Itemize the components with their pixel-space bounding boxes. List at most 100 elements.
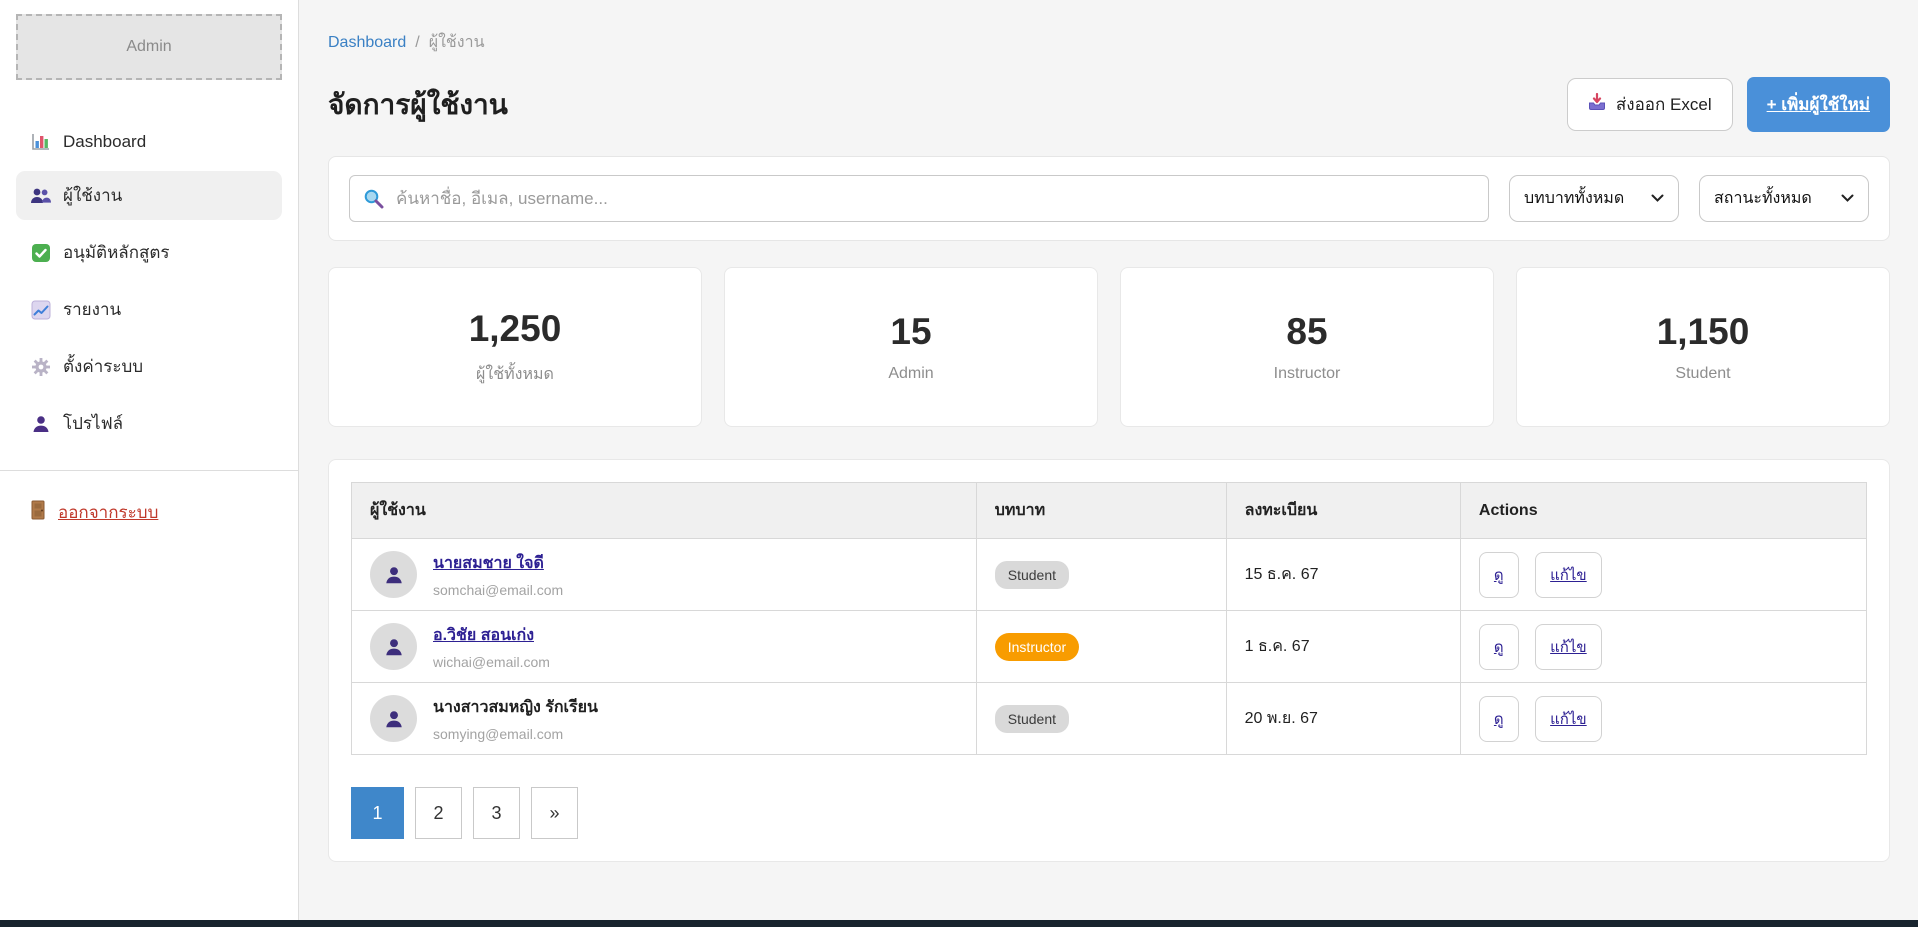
filter-card: บทบาททั้งหมด สถานะทั้งหมด [328, 156, 1890, 241]
export-excel-button[interactable]: ส่งออก Excel [1567, 78, 1733, 131]
user-cell: อ.วิชัย สอนเก่ง wichai@email.com [370, 623, 958, 670]
stat-label: Instructor [1274, 365, 1341, 383]
sidebar-menu: Dashboard ผู้ใช้งาน อนุมัติหลักสูตร รายง… [16, 120, 282, 448]
pagination-page-3[interactable]: 3 [473, 787, 520, 839]
sidebar-item-course-approval[interactable]: อนุมัติหลักสูตร [16, 228, 282, 277]
page-header: จัดการผู้ใช้งาน ส่งออก Excel + เพิ่มผู้ใ… [328, 77, 1890, 132]
download-icon [1588, 93, 1606, 116]
sidebar-item-profile[interactable]: โปรไฟล์ [16, 399, 282, 448]
stats-row: 1,250 ผู้ใช้ทั้งหมด 15 Admin 85 Instruct… [328, 267, 1890, 427]
table-row: นางสาวสมหญิง รักเรียน somying@email.com … [352, 683, 1867, 755]
sidebar-divider [0, 470, 298, 471]
user-name-link[interactable]: อ.วิชัย สอนเก่ง [433, 623, 550, 648]
chart-up-icon [30, 299, 51, 320]
chevron-down-icon [1841, 190, 1854, 208]
user-cell: นายสมชาย ใจดี somchai@email.com [370, 551, 958, 598]
stat-label: Student [1675, 365, 1730, 383]
logout-link[interactable]: ออกจากระบบ [16, 499, 282, 526]
check-icon [30, 242, 51, 263]
avatar [370, 623, 417, 670]
role-badge: Student [995, 561, 1069, 589]
view-button[interactable]: ดู [1479, 552, 1519, 598]
stat-label: Admin [888, 365, 933, 383]
avatar [370, 551, 417, 598]
user-email: wichai@email.com [433, 654, 550, 670]
edit-button[interactable]: แก้ไข [1535, 624, 1602, 670]
users-table: ผู้ใช้งาน บทบาท ลงทะเบียน Actions [351, 482, 1867, 755]
edit-button[interactable]: แก้ไข [1535, 696, 1602, 742]
stat-card-admin: 15 Admin [724, 267, 1098, 427]
col-header-user: ผู้ใช้งาน [352, 483, 977, 539]
role-filter-select[interactable]: บทบาททั้งหมด [1509, 175, 1679, 222]
pagination-page-2[interactable]: 2 [415, 787, 462, 839]
user-email: somchai@email.com [433, 582, 563, 598]
stat-label: ผู้ใช้ทั้งหมด [476, 362, 554, 387]
role-badge: Instructor [995, 633, 1079, 661]
stat-value: 1,150 [1657, 311, 1750, 353]
registered-date: 1 ธ.ค. 67 [1245, 638, 1310, 655]
sidebar-item-label: ผู้ใช้งาน [63, 182, 122, 209]
chevron-down-icon [1651, 190, 1664, 208]
pagination: 1 2 3 » [351, 787, 1867, 839]
sidebar-item-dashboard[interactable]: Dashboard [16, 120, 282, 163]
registered-date: 15 ธ.ค. 67 [1245, 566, 1319, 583]
bar-chart-icon [30, 131, 51, 152]
user-email: somying@email.com [433, 726, 598, 742]
breadcrumb: Dashboard / ผู้ใช้งาน [328, 30, 1890, 55]
pagination-next[interactable]: » [531, 787, 578, 839]
role-badge: Student [995, 705, 1069, 733]
sidebar-item-label: Dashboard [63, 132, 146, 152]
table-row: อ.วิชัย สอนเก่ง wichai@email.com Instruc… [352, 611, 1867, 683]
stat-card-student: 1,150 Student [1516, 267, 1890, 427]
person-icon [30, 413, 51, 434]
sidebar-item-reports[interactable]: รายงาน [16, 285, 282, 334]
breadcrumb-dashboard-link[interactable]: Dashboard [328, 34, 406, 52]
avatar [370, 695, 417, 742]
users-table-card: ผู้ใช้งาน บทบาท ลงทะเบียน Actions [328, 459, 1890, 862]
stat-value: 15 [890, 311, 931, 353]
header-actions: ส่งออก Excel + เพิ่มผู้ใช้ใหม่ [1567, 77, 1890, 132]
user-name: นางสาวสมหญิง รักเรียน [433, 695, 598, 720]
status-filter-select[interactable]: สถานะทั้งหมด [1699, 175, 1869, 222]
edit-button[interactable]: แก้ไข [1535, 552, 1602, 598]
logout-label: ออกจากระบบ [58, 499, 158, 526]
add-user-button[interactable]: + เพิ่มผู้ใช้ใหม่ [1747, 77, 1890, 132]
view-button[interactable]: ดู [1479, 696, 1519, 742]
sidebar-item-users[interactable]: ผู้ใช้งาน [16, 171, 282, 220]
export-excel-label: ส่งออก Excel [1616, 91, 1712, 118]
door-icon [30, 500, 46, 525]
admin-logo-placeholder: Admin [16, 14, 282, 80]
user-cell: นางสาวสมหญิง รักเรียน somying@email.com [370, 695, 958, 742]
gear-icon [30, 356, 51, 377]
add-user-label: + เพิ่มผู้ใช้ใหม่ [1767, 95, 1870, 114]
col-header-actions: Actions [1460, 483, 1866, 539]
sidebar-item-settings[interactable]: ตั้งค่าระบบ [16, 342, 282, 391]
sidebar-item-label: อนุมัติหลักสูตร [63, 239, 170, 266]
sidebar-item-label: ตั้งค่าระบบ [63, 353, 143, 380]
stat-card-total-users: 1,250 ผู้ใช้ทั้งหมด [328, 267, 702, 427]
search-wrap [349, 175, 1489, 222]
role-filter-value: บทบาททั้งหมด [1524, 186, 1624, 211]
pagination-page-1[interactable]: 1 [351, 787, 404, 839]
admin-logo-text: Admin [126, 38, 171, 56]
main-content: Dashboard / ผู้ใช้งาน จัดการผู้ใช้งาน ส่… [300, 0, 1918, 920]
stat-value: 1,250 [469, 308, 562, 350]
stat-value: 85 [1286, 311, 1327, 353]
sidebar: Admin Dashboard ผู้ใช้งาน อนุมัติหลักสูต… [0, 0, 299, 920]
search-icon [363, 188, 384, 214]
status-filter-value: สถานะทั้งหมด [1714, 186, 1812, 211]
breadcrumb-separator: / [415, 34, 419, 52]
page-title: จัดการผู้ใช้งาน [328, 83, 508, 127]
col-header-registered: ลงทะเบียน [1226, 483, 1460, 539]
bottom-edge-bar [0, 920, 1918, 927]
table-header-row: ผู้ใช้งาน บทบาท ลงทะเบียน Actions [352, 483, 1867, 539]
sidebar-item-label: โปรไฟล์ [63, 410, 123, 437]
breadcrumb-current: ผู้ใช้งาน [429, 30, 485, 55]
stat-card-instructor: 85 Instructor [1120, 267, 1494, 427]
users-icon [30, 185, 51, 206]
search-input[interactable] [349, 175, 1489, 222]
registered-date: 20 พ.ย. 67 [1245, 710, 1318, 727]
user-name-link[interactable]: นายสมชาย ใจดี [433, 551, 563, 576]
view-button[interactable]: ดู [1479, 624, 1519, 670]
table-row: นายสมชาย ใจดี somchai@email.com Student … [352, 539, 1867, 611]
